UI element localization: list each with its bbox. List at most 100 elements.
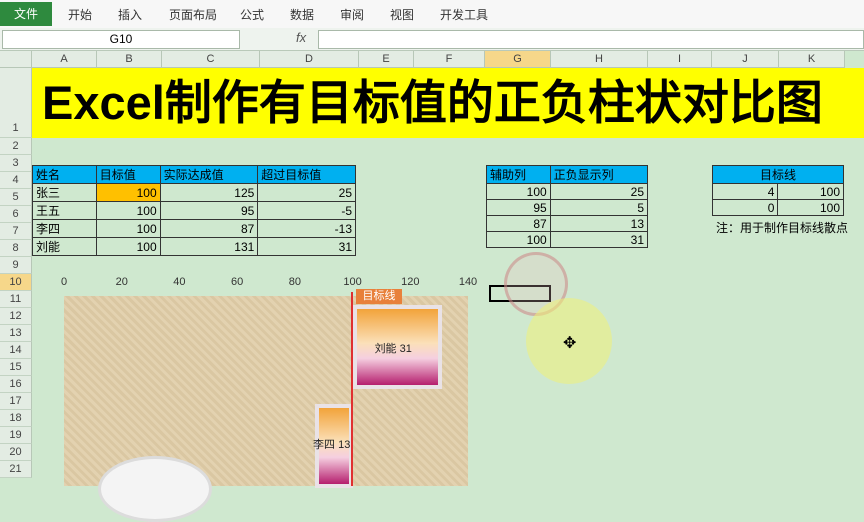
column-header-j[interactable]: J xyxy=(712,51,779,68)
row-header-13[interactable]: 13 xyxy=(0,325,32,342)
target-line-label: 目标线 xyxy=(356,289,402,304)
cell[interactable]: 5 xyxy=(549,199,649,216)
cell[interactable]: 刘能 xyxy=(32,237,97,256)
row-header-4[interactable]: 4 xyxy=(0,172,32,189)
cell[interactable]: 100 xyxy=(486,231,551,248)
cell[interactable]: 25 xyxy=(257,183,356,202)
x-tick-label: 80 xyxy=(288,276,301,288)
table-row: 100 31 xyxy=(486,231,649,248)
row-header-20[interactable]: 20 xyxy=(0,444,32,461)
row-header-12[interactable]: 12 xyxy=(0,308,32,325)
row-header-6[interactable]: 6 xyxy=(0,206,32,223)
cell[interactable]: 王五 xyxy=(32,201,97,220)
tab-review[interactable]: 审阅 xyxy=(340,6,364,23)
cell[interactable]: 100 xyxy=(95,183,161,202)
cell[interactable]: 100 xyxy=(486,183,551,200)
row-header-19[interactable]: 19 xyxy=(0,427,32,444)
x-tick-label: 60 xyxy=(231,276,244,288)
row-header-2[interactable]: 2 xyxy=(0,138,32,155)
row-header-21[interactable]: 21 xyxy=(0,461,32,478)
cell[interactable]: 4 xyxy=(711,183,779,200)
header-name[interactable]: 姓名 xyxy=(32,165,97,184)
row-header-14[interactable]: 14 xyxy=(0,342,32,359)
crosshair-cursor-icon: ✥ xyxy=(563,335,577,352)
tab-insert[interactable]: 插入 xyxy=(118,6,142,23)
cell[interactable]: 100 xyxy=(777,183,844,200)
column-header-k[interactable]: K xyxy=(779,51,845,68)
table-row: 0 100 xyxy=(711,199,844,216)
cell[interactable]: 31 xyxy=(549,231,649,248)
cell[interactable]: 张三 xyxy=(32,183,97,202)
header-actual[interactable]: 实际达成值 xyxy=(159,165,259,184)
cell[interactable]: 李四 xyxy=(32,219,97,238)
row-header-3[interactable]: 3 xyxy=(0,155,32,172)
row-header-16[interactable]: 16 xyxy=(0,376,32,393)
cell[interactable]: 87 xyxy=(159,219,259,238)
column-header-h[interactable]: H xyxy=(551,51,648,68)
x-tick-label: 40 xyxy=(173,276,186,288)
file-tab[interactable]: 文件 xyxy=(0,2,52,26)
header-helper[interactable]: 辅助列 xyxy=(486,165,551,184)
cell[interactable]: 131 xyxy=(159,237,259,256)
cell[interactable]: 25 xyxy=(549,183,649,200)
page-title[interactable]: Excel制作有目标值的正负柱状对比图 xyxy=(32,68,864,138)
x-tick-label: 100 xyxy=(343,276,362,288)
header-target[interactable]: 目标值 xyxy=(95,165,161,184)
table-row: 100 25 xyxy=(486,183,649,200)
cell[interactable]: 100 xyxy=(777,199,844,216)
tab-home[interactable]: 开始 xyxy=(68,6,92,23)
bar-data-label: 刘能 31 xyxy=(374,343,412,355)
column-header-b[interactable]: B xyxy=(97,51,162,68)
column-header-c[interactable]: C xyxy=(162,51,260,68)
tab-view[interactable]: 视图 xyxy=(390,6,414,23)
column-header-e[interactable]: E xyxy=(359,51,414,68)
header-target-line[interactable]: 目标线 xyxy=(712,165,844,184)
row-header-18[interactable]: 18 xyxy=(0,410,32,427)
cell[interactable]: 100 xyxy=(95,219,161,238)
column-header-f[interactable]: F xyxy=(414,51,485,68)
cell[interactable]: 95 xyxy=(486,199,551,216)
header-over[interactable]: 超过目标值 xyxy=(257,165,356,184)
cell[interactable]: -13 xyxy=(257,219,356,238)
cell[interactable]: 125 xyxy=(159,183,259,202)
row-header-8[interactable]: 8 xyxy=(0,240,32,257)
cell[interactable]: 87 xyxy=(486,215,551,232)
cell[interactable]: -5 xyxy=(257,201,356,220)
table-header-row: 辅助列 正负显示列 xyxy=(486,165,649,184)
formula-bar: G10 fx xyxy=(0,28,864,51)
cell[interactable]: 13 xyxy=(549,215,649,232)
tab-data[interactable]: 数据 xyxy=(290,6,314,23)
row-header-15[interactable]: 15 xyxy=(0,359,32,376)
select-all-corner[interactable] xyxy=(0,51,32,68)
table-row: 95 5 xyxy=(486,199,649,216)
row-header-5[interactable]: 5 xyxy=(0,189,32,206)
column-header-i[interactable]: I xyxy=(648,51,712,68)
row-header-11[interactable]: 11 xyxy=(0,291,32,308)
cell[interactable]: 31 xyxy=(257,237,356,256)
score-table: 姓名 目标值 实际达成值 超过目标值 张三 100 125 25 王五 100 … xyxy=(32,165,356,256)
target-line-table: 目标线 4 100 0 100 xyxy=(711,165,844,216)
tab-page-layout[interactable]: 页面布局 xyxy=(169,6,217,23)
column-header-a[interactable]: A xyxy=(32,51,97,68)
row-header-1[interactable]: 1 xyxy=(0,68,32,138)
row-header-17[interactable]: 17 xyxy=(0,393,32,410)
cell[interactable]: 100 xyxy=(95,201,161,220)
ribbon: 文件 开始 插入 页面布局 公式 数据 审阅 视图 开发工具 xyxy=(0,0,864,29)
tab-developer[interactable]: 开发工具 xyxy=(440,6,488,23)
row-header-10[interactable]: 10 xyxy=(0,274,32,291)
cell[interactable]: 0 xyxy=(711,199,779,216)
tab-formulas[interactable]: 公式 xyxy=(240,6,264,23)
column-header-g[interactable]: G xyxy=(485,51,551,68)
row-header-9[interactable]: 9 xyxy=(0,257,32,274)
formula-input[interactable] xyxy=(318,30,864,49)
cell[interactable]: 100 xyxy=(95,237,161,256)
cell[interactable]: 95 xyxy=(159,201,259,220)
header-display[interactable]: 正负显示列 xyxy=(549,165,649,184)
x-tick-label: 0 xyxy=(60,276,68,288)
fx-icon[interactable]: fx xyxy=(296,30,306,45)
target-line[interactable] xyxy=(351,292,353,486)
name-box[interactable]: G10 xyxy=(2,30,240,49)
x-tick-label: 120 xyxy=(401,276,420,288)
row-header-7[interactable]: 7 xyxy=(0,223,32,240)
column-header-d[interactable]: D xyxy=(260,51,359,68)
